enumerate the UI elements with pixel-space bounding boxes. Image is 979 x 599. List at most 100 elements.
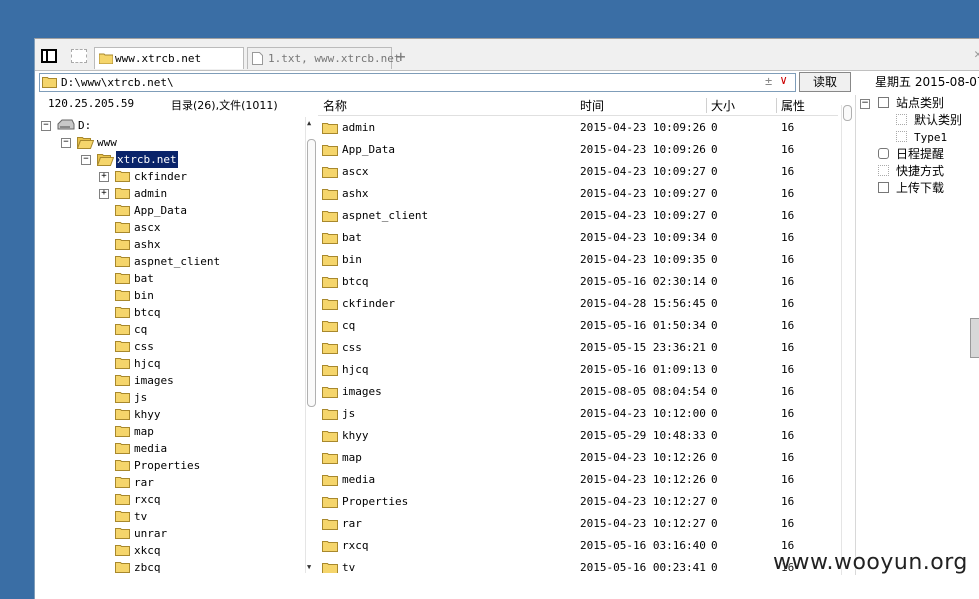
tab-file[interactable]: 1.txt, www.xtrcb.net bbox=[247, 47, 400, 69]
file-row[interactable]: cq 2015-05-16 01:50:34 0 16 bbox=[318, 315, 838, 337]
folder-icon bbox=[115, 494, 130, 505]
bookmark-icon[interactable]: ± bbox=[765, 74, 772, 88]
file-size: 0 bbox=[711, 165, 718, 178]
chevron-down-icon[interactable]: ∨ bbox=[780, 73, 787, 87]
file-name: bat bbox=[342, 231, 362, 244]
file-row[interactable]: images 2015-08-05 08:04:54 0 16 bbox=[318, 381, 838, 403]
column-size[interactable]: 大小 bbox=[711, 97, 735, 114]
file-row[interactable]: aspnet_client 2015-04-23 10:09:27 0 16 bbox=[318, 205, 838, 227]
file-attr: 16 bbox=[781, 495, 795, 508]
tree-label: ascx bbox=[134, 221, 161, 234]
folder-icon bbox=[322, 497, 338, 508]
folder-icon bbox=[322, 145, 338, 156]
folder-icon bbox=[322, 541, 338, 552]
file-row[interactable]: tv 2015-05-16 00:23:41 0 16 bbox=[318, 557, 838, 573]
column-name[interactable]: 名称 bbox=[323, 97, 347, 114]
file-row[interactable]: bat 2015-04-23 10:09:34 0 16 bbox=[318, 227, 838, 249]
file-row[interactable]: rar 2015-04-23 10:12:27 0 16 bbox=[318, 513, 838, 535]
file-row[interactable]: admin 2015-04-23 10:09:26 0 16 bbox=[318, 117, 838, 139]
file-attr: 16 bbox=[781, 165, 795, 178]
file-row[interactable]: css 2015-05-15 23:36:21 0 16 bbox=[318, 337, 838, 359]
tree-scrollbar[interactable]: ▲ ▼ bbox=[305, 117, 316, 573]
tree-label: unrar bbox=[134, 527, 168, 540]
file-row[interactable]: ascx 2015-04-23 10:09:27 0 16 bbox=[318, 161, 838, 183]
layout-toggle-button[interactable] bbox=[71, 49, 87, 63]
folder-icon bbox=[42, 77, 57, 88]
path-input[interactable]: D:\www\xtrcb.net\ ± ∨ bbox=[39, 73, 796, 92]
scroll-thumb[interactable] bbox=[307, 139, 316, 407]
file-row[interactable]: hjcq 2015-05-16 01:09:13 0 16 bbox=[318, 359, 838, 381]
file-row[interactable]: ckfinder 2015-04-28 15:56:45 0 16 bbox=[318, 293, 838, 315]
file-row[interactable]: media 2015-04-23 10:12:26 0 16 bbox=[318, 469, 838, 491]
server-ip: 120.25.205.59 bbox=[48, 97, 135, 110]
tab-label: www.xtrcb.net bbox=[115, 52, 202, 65]
folder-icon bbox=[322, 519, 338, 530]
file-row[interactable]: App_Data 2015-04-23 10:09:26 0 16 bbox=[318, 139, 838, 161]
column-time[interactable]: 时间 bbox=[580, 97, 604, 114]
file-name: App_Data bbox=[342, 143, 395, 156]
file-row[interactable]: map 2015-04-23 10:12:26 0 16 bbox=[318, 447, 838, 469]
column-attr[interactable]: 属性 bbox=[781, 97, 805, 114]
file-attr: 16 bbox=[781, 275, 795, 288]
collapse-icon[interactable]: − bbox=[81, 155, 91, 165]
file-time: 2015-04-23 10:09:27 bbox=[580, 165, 706, 178]
folder-icon bbox=[115, 307, 130, 318]
panel-label: 默认类别 bbox=[914, 113, 963, 127]
expand-icon[interactable]: + bbox=[99, 189, 109, 199]
file-time: 2015-05-16 01:50:34 bbox=[580, 319, 706, 332]
file-attr: 16 bbox=[781, 121, 795, 134]
file-attr: 16 bbox=[781, 429, 795, 442]
collapse-icon[interactable]: − bbox=[860, 99, 870, 109]
folder-icon bbox=[115, 528, 130, 539]
file-attr: 16 bbox=[781, 517, 795, 530]
tree-label: tv bbox=[134, 510, 148, 523]
panel-label: 上传下载 bbox=[896, 181, 945, 195]
tree-label: css bbox=[134, 340, 154, 353]
folder-icon bbox=[115, 409, 130, 420]
read-button[interactable]: 读取 bbox=[799, 72, 851, 92]
file-size: 0 bbox=[711, 495, 718, 508]
drive-icon bbox=[57, 119, 75, 130]
file-size: 0 bbox=[711, 319, 718, 332]
tree-label-selected: xtrcb.net bbox=[115, 150, 179, 169]
tree-label: rar bbox=[134, 476, 154, 489]
file-time: 2015-04-23 10:12:26 bbox=[580, 473, 706, 486]
new-tab-button[interactable]: + bbox=[396, 47, 406, 67]
file-attr: 16 bbox=[781, 209, 795, 222]
folder-icon bbox=[322, 189, 338, 200]
file-time: 2015-04-23 10:09:27 bbox=[580, 209, 706, 222]
tree-label: ashx bbox=[134, 238, 161, 251]
tree-label: App_Data bbox=[134, 204, 187, 217]
file-name: cq bbox=[342, 319, 356, 332]
file-list-scrollbar[interactable] bbox=[841, 105, 852, 575]
file-row[interactable]: rxcq 2015-05-16 03:16:40 0 16 bbox=[318, 535, 838, 557]
tree-label: rxcq bbox=[134, 493, 161, 506]
file-row[interactable]: Properties 2015-04-23 10:12:27 0 16 bbox=[318, 491, 838, 513]
file-name: rxcq bbox=[342, 539, 369, 552]
file-row[interactable]: btcq 2015-05-16 02:30:14 0 16 bbox=[318, 271, 838, 293]
edge-handle[interactable] bbox=[970, 318, 979, 358]
collapse-icon[interactable]: − bbox=[41, 121, 51, 131]
tab-site[interactable]: www.xtrcb.net bbox=[94, 47, 244, 69]
file-time: 2015-04-23 10:09:27 bbox=[580, 187, 706, 200]
file-row[interactable]: bin 2015-04-23 10:09:35 0 16 bbox=[318, 249, 838, 271]
file-attr: 16 bbox=[781, 319, 795, 332]
panel-label: 快捷方式 bbox=[896, 164, 945, 178]
file-name: css bbox=[342, 341, 362, 354]
path-text: D:\www\xtrcb.net\ bbox=[61, 76, 174, 89]
file-name: ckfinder bbox=[342, 297, 395, 310]
tree-label: zbcq bbox=[134, 561, 161, 573]
file-row[interactable]: js 2015-04-23 10:12:00 0 16 bbox=[318, 403, 838, 425]
tree-label: www bbox=[97, 136, 117, 149]
file-row[interactable]: khyy 2015-05-29 10:48:33 0 16 bbox=[318, 425, 838, 447]
scroll-thumb[interactable] bbox=[843, 105, 852, 121]
expand-icon[interactable]: + bbox=[99, 172, 109, 182]
file-time: 2015-08-05 08:04:54 bbox=[580, 385, 706, 398]
file-name: rar bbox=[342, 517, 362, 530]
folder-icon bbox=[115, 341, 130, 352]
file-row[interactable]: ashx 2015-04-23 10:09:27 0 16 bbox=[318, 183, 838, 205]
panel-toggle-button[interactable] bbox=[41, 49, 57, 63]
tree-label: xkcq bbox=[134, 544, 161, 557]
close-icon[interactable]: ✕ bbox=[974, 47, 979, 62]
collapse-icon[interactable]: − bbox=[61, 138, 71, 148]
